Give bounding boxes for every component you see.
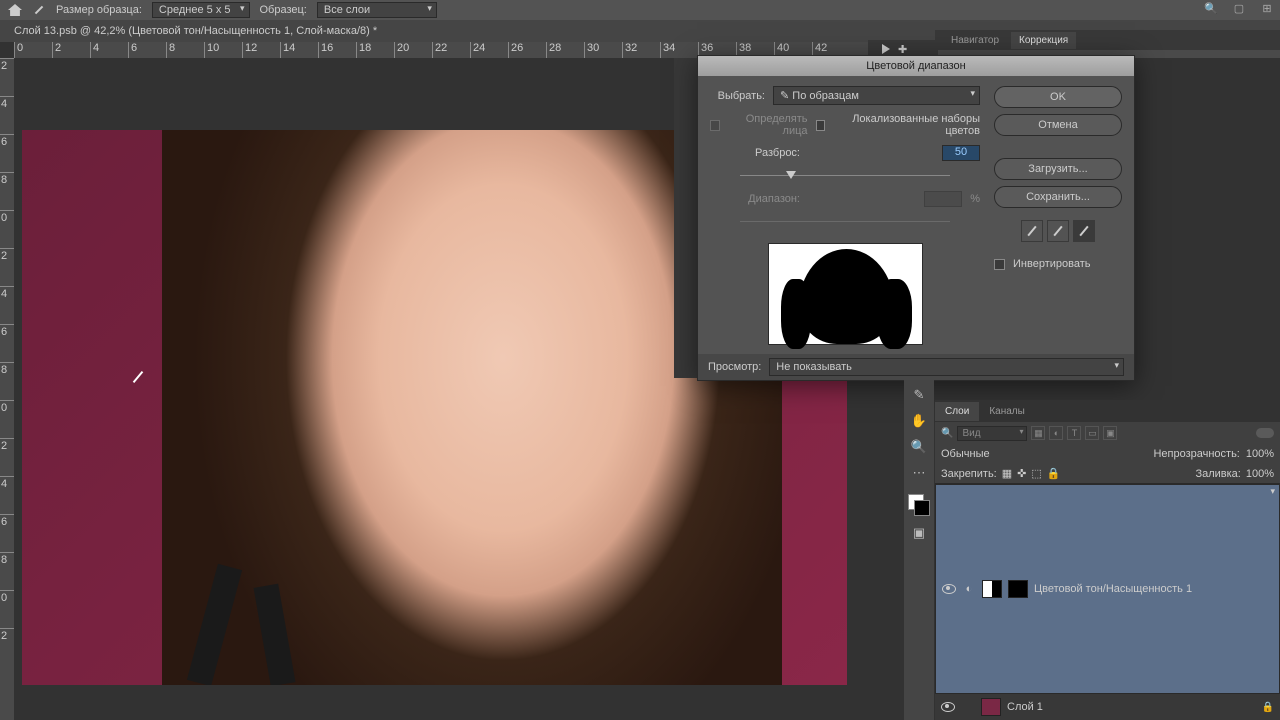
load-button[interactable]: Загрузить...: [994, 158, 1122, 180]
layer-row[interactable]: ◐ Цветовой тон/Насыщенность 1: [935, 484, 1280, 694]
search-icon[interactable]: 🔍: [1204, 2, 1218, 16]
filter-shape-icon[interactable]: ▭: [1085, 426, 1099, 440]
eyedropper-subtract-icon[interactable]: [1073, 220, 1095, 242]
filter-pixel-icon[interactable]: ▦: [1031, 426, 1045, 440]
color-range-dialog: Цветовой диапазон Выбрать: ✎ По образцам…: [697, 55, 1135, 381]
eyedropper-icon[interactable]: [1021, 220, 1043, 242]
document-tab[interactable]: Слой 13.psb @ 42,2% (Цветовой тон/Насыще…: [14, 25, 377, 37]
quickmask-icon[interactable]: ▣: [910, 524, 928, 542]
layer-row[interactable]: Слой 1 🔒: [935, 694, 1280, 720]
fill-value[interactable]: 100%: [1246, 468, 1274, 480]
layer-name[interactable]: Цветовой тон/Насыщенность 1: [1034, 583, 1192, 595]
detect-faces-checkbox: [710, 120, 720, 131]
tool-eyedropper-icon[interactable]: [32, 3, 46, 17]
tab-correction[interactable]: Коррекция: [1011, 32, 1076, 49]
ruler-vertical[interactable]: 2468024680246802: [0, 58, 14, 720]
layer-name[interactable]: Слой 1: [1007, 701, 1043, 713]
window-controls: 🔍 ▢ ⊞: [1204, 2, 1274, 16]
invert-checkbox[interactable]: [994, 259, 1005, 270]
range-label: Диапазон:: [710, 193, 800, 205]
dialog-title[interactable]: Цветовой диапазон: [698, 56, 1134, 76]
eyedropper-add-icon[interactable]: [1047, 220, 1069, 242]
filter-smart-icon[interactable]: ▣: [1103, 426, 1117, 440]
save-button[interactable]: Сохранить...: [994, 186, 1122, 208]
cancel-button[interactable]: Отмена: [994, 114, 1122, 136]
lock-label: Закрепить:: [941, 468, 997, 480]
fuzziness-slider[interactable]: [740, 173, 950, 179]
tab-layers[interactable]: Слои: [935, 402, 979, 421]
preview-silhouette: [799, 249, 894, 344]
lock-position-icon[interactable]: ✜: [1017, 467, 1026, 480]
detect-faces-label: Определять лица: [728, 113, 808, 137]
adjustment-icon[interactable]: ◐: [962, 583, 976, 595]
filter-type-icon[interactable]: T: [1067, 426, 1081, 440]
lock-artboard-icon[interactable]: ⬚: [1031, 467, 1041, 480]
blend-mode-dropdown[interactable]: Обычные: [941, 448, 990, 460]
more-icon[interactable]: ⋯: [910, 464, 928, 482]
lock-icon: 🔒: [1262, 702, 1274, 713]
localized-label: Локализованные наборы цветов: [833, 113, 980, 137]
select-method-dropdown[interactable]: ✎ По образцам: [773, 86, 980, 105]
brush-icon[interactable]: ✎: [910, 386, 928, 404]
sample-dropdown[interactable]: Все слои: [317, 2, 437, 18]
color-swatches[interactable]: [908, 494, 930, 516]
selection-preview[interactable]: [768, 243, 923, 345]
lock-all-icon[interactable]: 🔒: [1047, 467, 1061, 480]
fill-label: Заливка:: [1195, 468, 1240, 480]
layer-filter-dropdown[interactable]: Вид: [957, 426, 1027, 441]
slider-thumb[interactable]: [786, 171, 796, 179]
play-icon[interactable]: [882, 44, 890, 54]
tab-channels[interactable]: Каналы: [979, 402, 1035, 421]
ok-button[interactable]: OK: [994, 86, 1122, 108]
right-panel-tabs: Навигатор Коррекция: [935, 30, 1280, 50]
options-bar: Размер образца: Среднее 5 x 5 Образец: В…: [0, 0, 1280, 20]
home-icon[interactable]: [8, 4, 22, 16]
sample-size-label: Размер образца:: [56, 4, 142, 16]
fuzziness-label: Разброс:: [710, 147, 800, 159]
workspace-icon[interactable]: ⊞: [1260, 2, 1274, 16]
zoom-icon[interactable]: 🔍: [910, 438, 928, 456]
hand-icon[interactable]: ✋: [910, 412, 928, 430]
range-slider: [740, 219, 950, 225]
layer-thumb[interactable]: [982, 580, 1002, 598]
screenmode-icon[interactable]: ▢: [1232, 2, 1246, 16]
visibility-icon[interactable]: [942, 582, 956, 596]
tool-column: ✎ ✋ 🔍 ⋯ ▣: [904, 380, 934, 720]
add-icon[interactable]: ✚: [898, 43, 907, 56]
opacity-value[interactable]: 100%: [1246, 448, 1274, 460]
visibility-icon[interactable]: [941, 700, 955, 714]
localized-checkbox[interactable]: [816, 120, 826, 131]
range-unit: %: [970, 193, 980, 205]
lock-pixels-icon[interactable]: ▦: [1002, 467, 1012, 480]
filter-toggle[interactable]: [1256, 428, 1274, 438]
tab-navigator[interactable]: Навигатор: [943, 32, 1007, 49]
collapsed-panel-strip[interactable]: [674, 58, 698, 378]
eyedropper-cursor: [130, 370, 148, 388]
preview-label: Просмотр:: [708, 361, 761, 373]
preview-dropdown[interactable]: Не показывать: [769, 358, 1124, 376]
mask-thumb[interactable]: [1008, 580, 1028, 598]
filter-adjust-icon[interactable]: ◐: [1049, 426, 1063, 440]
fuzziness-input[interactable]: 50: [942, 145, 980, 161]
sample-label: Образец:: [260, 4, 307, 16]
range-input: [924, 191, 962, 207]
invert-label: Инвертировать: [1013, 258, 1090, 270]
layer-thumb[interactable]: [981, 698, 1001, 716]
opacity-label: Непрозрачность:: [1153, 448, 1239, 460]
sample-size-dropdown[interactable]: Среднее 5 x 5: [152, 2, 250, 18]
select-label: Выбрать:: [710, 90, 765, 102]
layers-panel: Слои Каналы 🔍 Вид ▦ ◐ T ▭ ▣ Обычные Непр…: [935, 400, 1280, 720]
